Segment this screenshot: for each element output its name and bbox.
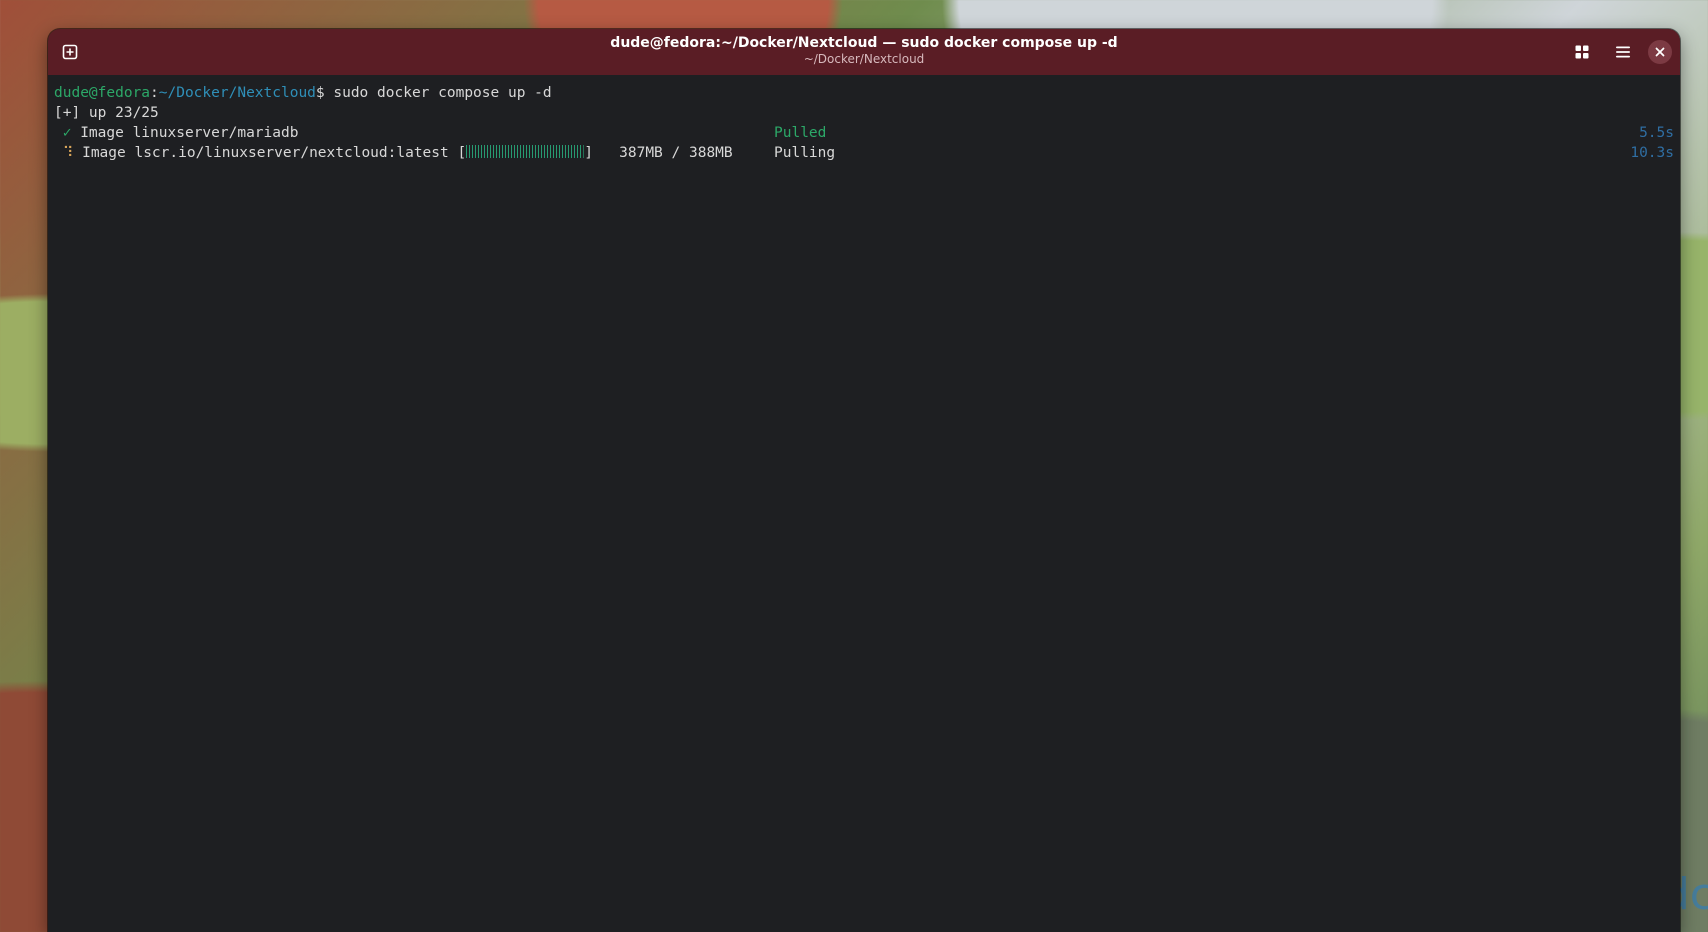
image-status: Pulling: [774, 145, 836, 161]
image-row: ⠹ Image lscr.io/linuxserver/nextcloud:la…: [54, 143, 1674, 163]
window-title-block: dude@fedora:~/Docker/Nextcloud — sudo do…: [48, 35, 1680, 66]
image-label: Image linuxserver/mariadb: [80, 125, 299, 141]
image-status: Pulled: [774, 125, 827, 141]
spinner-icon: ⠹: [62, 145, 74, 161]
hamburger-menu-icon: [1616, 46, 1630, 58]
terminal-output[interactable]: dude@fedora:~/Docker/Nextcloud$ sudo doc…: [48, 75, 1680, 932]
grid-icon: [1575, 45, 1589, 59]
close-icon: [1655, 47, 1665, 57]
check-icon: ✓: [62, 125, 72, 141]
window-subtitle: ~/Docker/Nextcloud: [803, 52, 925, 66]
terminal-window: dude@fedora:~/Docker/Nextcloud — sudo do…: [48, 29, 1680, 932]
window-title: dude@fedora:~/Docker/Nextcloud — sudo do…: [610, 35, 1118, 51]
view-button[interactable]: [1568, 38, 1596, 66]
progress-bracket-close: ]: [584, 145, 593, 161]
close-button[interactable]: [1648, 40, 1672, 64]
compose-summary-line: [+] up 23/25: [54, 105, 159, 121]
prompt-symbol: $: [315, 85, 325, 101]
image-time: 10.3s: [1630, 145, 1674, 161]
progress-bar: [466, 145, 585, 158]
prompt-path: ~/Docker/Nextcloud: [158, 85, 316, 101]
prompt-command: sudo docker compose up -d: [324, 85, 552, 101]
image-label: Image lscr.io/linuxserver/nextcloud:late…: [82, 145, 449, 161]
prompt-user-host: dude@fedora: [54, 85, 151, 101]
prompt-separator: :: [150, 85, 159, 101]
download-size: 387MB / 388MB: [592, 145, 733, 161]
progress-bracket-open: [: [448, 145, 467, 161]
main-menu-button[interactable]: [1609, 38, 1637, 66]
image-row: ✓ Image linuxserver/mariadb Pulled 5.5s: [54, 123, 1674, 143]
image-time: 5.5s: [1639, 125, 1674, 141]
title-bar: dude@fedora:~/Docker/Nextcloud — sudo do…: [48, 29, 1680, 75]
prompt-line: dude@fedora:~/Docker/Nextcloud$ sudo doc…: [54, 83, 1674, 103]
